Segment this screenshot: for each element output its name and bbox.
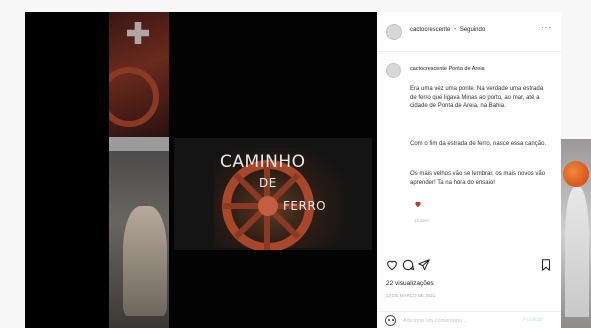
- caption-paragraph: Os mais velhos vão se lembrar, os mais n…: [410, 171, 546, 186]
- follow-status[interactable]: Seguindo: [460, 27, 485, 33]
- header-username[interactable]: cactocrescente: [410, 27, 450, 33]
- orange-ball-shape: [563, 161, 589, 187]
- cross-shape: [127, 22, 149, 44]
- media-title-line-2: de: [259, 176, 277, 190]
- header-separator: •: [454, 27, 457, 33]
- caption-time: 12 sem: [414, 218, 429, 223]
- media-title-line-1: Caminho: [220, 152, 306, 172]
- header-user-info: cactocrescente • Seguindo: [410, 27, 485, 33]
- wheel-shape: [109, 67, 159, 127]
- next-post-preview[interactable]: [561, 139, 591, 328]
- like-heart-icon[interactable]: [385, 258, 399, 272]
- post-date: 13 DE MARÇO DE 2021: [386, 293, 436, 298]
- previous-post-image-top: [109, 12, 169, 137]
- share-icon[interactable]: [417, 258, 431, 272]
- media-title-line-3: ferro: [283, 199, 327, 213]
- post-media[interactable]: Caminho de ferro: [169, 12, 377, 328]
- comment-input[interactable]: [403, 316, 513, 325]
- caption-paragraph: Era uma vez uma ponte. Na verdade uma es…: [410, 86, 544, 109]
- caption-user-location[interactable]: cactocrescente Ponta de Areia: [410, 66, 485, 72]
- bookmark-icon[interactable]: [539, 258, 553, 272]
- previous-post-preview[interactable]: [109, 12, 169, 328]
- publish-button[interactable]: Publicar: [523, 317, 543, 323]
- comment-icon[interactable]: [401, 258, 415, 272]
- previous-post-divider: [109, 137, 169, 151]
- heart-emoji-icon: [415, 201, 421, 207]
- post-header: cactocrescente • Seguindo ···: [377, 12, 561, 52]
- action-bar: [377, 258, 561, 280]
- previous-post-image-bottom: [109, 151, 169, 328]
- post-side-panel: cactocrescente • Seguindo ··· cactocresc…: [377, 12, 561, 328]
- add-comment-bar: Publicar: [377, 311, 561, 328]
- caption-paragraph: Com o fim da estrada de ferro, nasce ess…: [410, 141, 547, 147]
- figure-shape: [565, 187, 589, 317]
- avatar[interactable]: [386, 24, 402, 40]
- emoji-icon[interactable]: [385, 315, 396, 326]
- avatar[interactable]: [386, 63, 401, 78]
- wheel-hub: [258, 196, 278, 216]
- views-count[interactable]: 22 visualizações: [386, 280, 434, 287]
- caption-section: cactocrescente Ponta de Areia Era uma ve…: [377, 52, 561, 248]
- person-figure: [123, 206, 167, 316]
- more-options-icon[interactable]: ···: [541, 23, 552, 32]
